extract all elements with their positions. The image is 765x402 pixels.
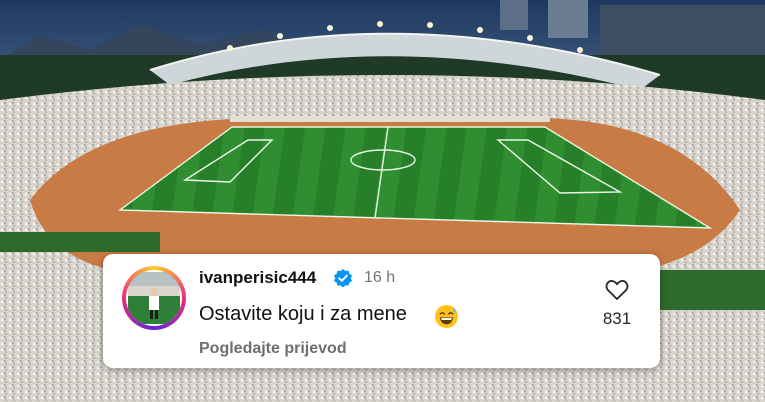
heart-outline-icon[interactable] [605, 279, 629, 301]
avatar-photo [128, 272, 180, 324]
comment-timestamp: 16 h [364, 269, 396, 286]
ad-boards [230, 116, 550, 122]
comment-username[interactable]: ivanperisic444 [199, 268, 316, 288]
comment-card: ivanperisic444 16 h Ostavite koju i za m… [103, 254, 660, 368]
like-count: 831 [602, 309, 632, 328]
avatar-story-ring[interactable] [122, 266, 186, 330]
grinning-sweat-emoji-icon [435, 305, 458, 328]
verified-badge-icon [334, 269, 352, 288]
comment-text: Ostavite koju i za mene [199, 303, 407, 325]
avatar[interactable] [126, 270, 182, 326]
see-translation-link[interactable]: Pogledajte prijevod [199, 340, 347, 358]
tower-building [500, 0, 528, 30]
